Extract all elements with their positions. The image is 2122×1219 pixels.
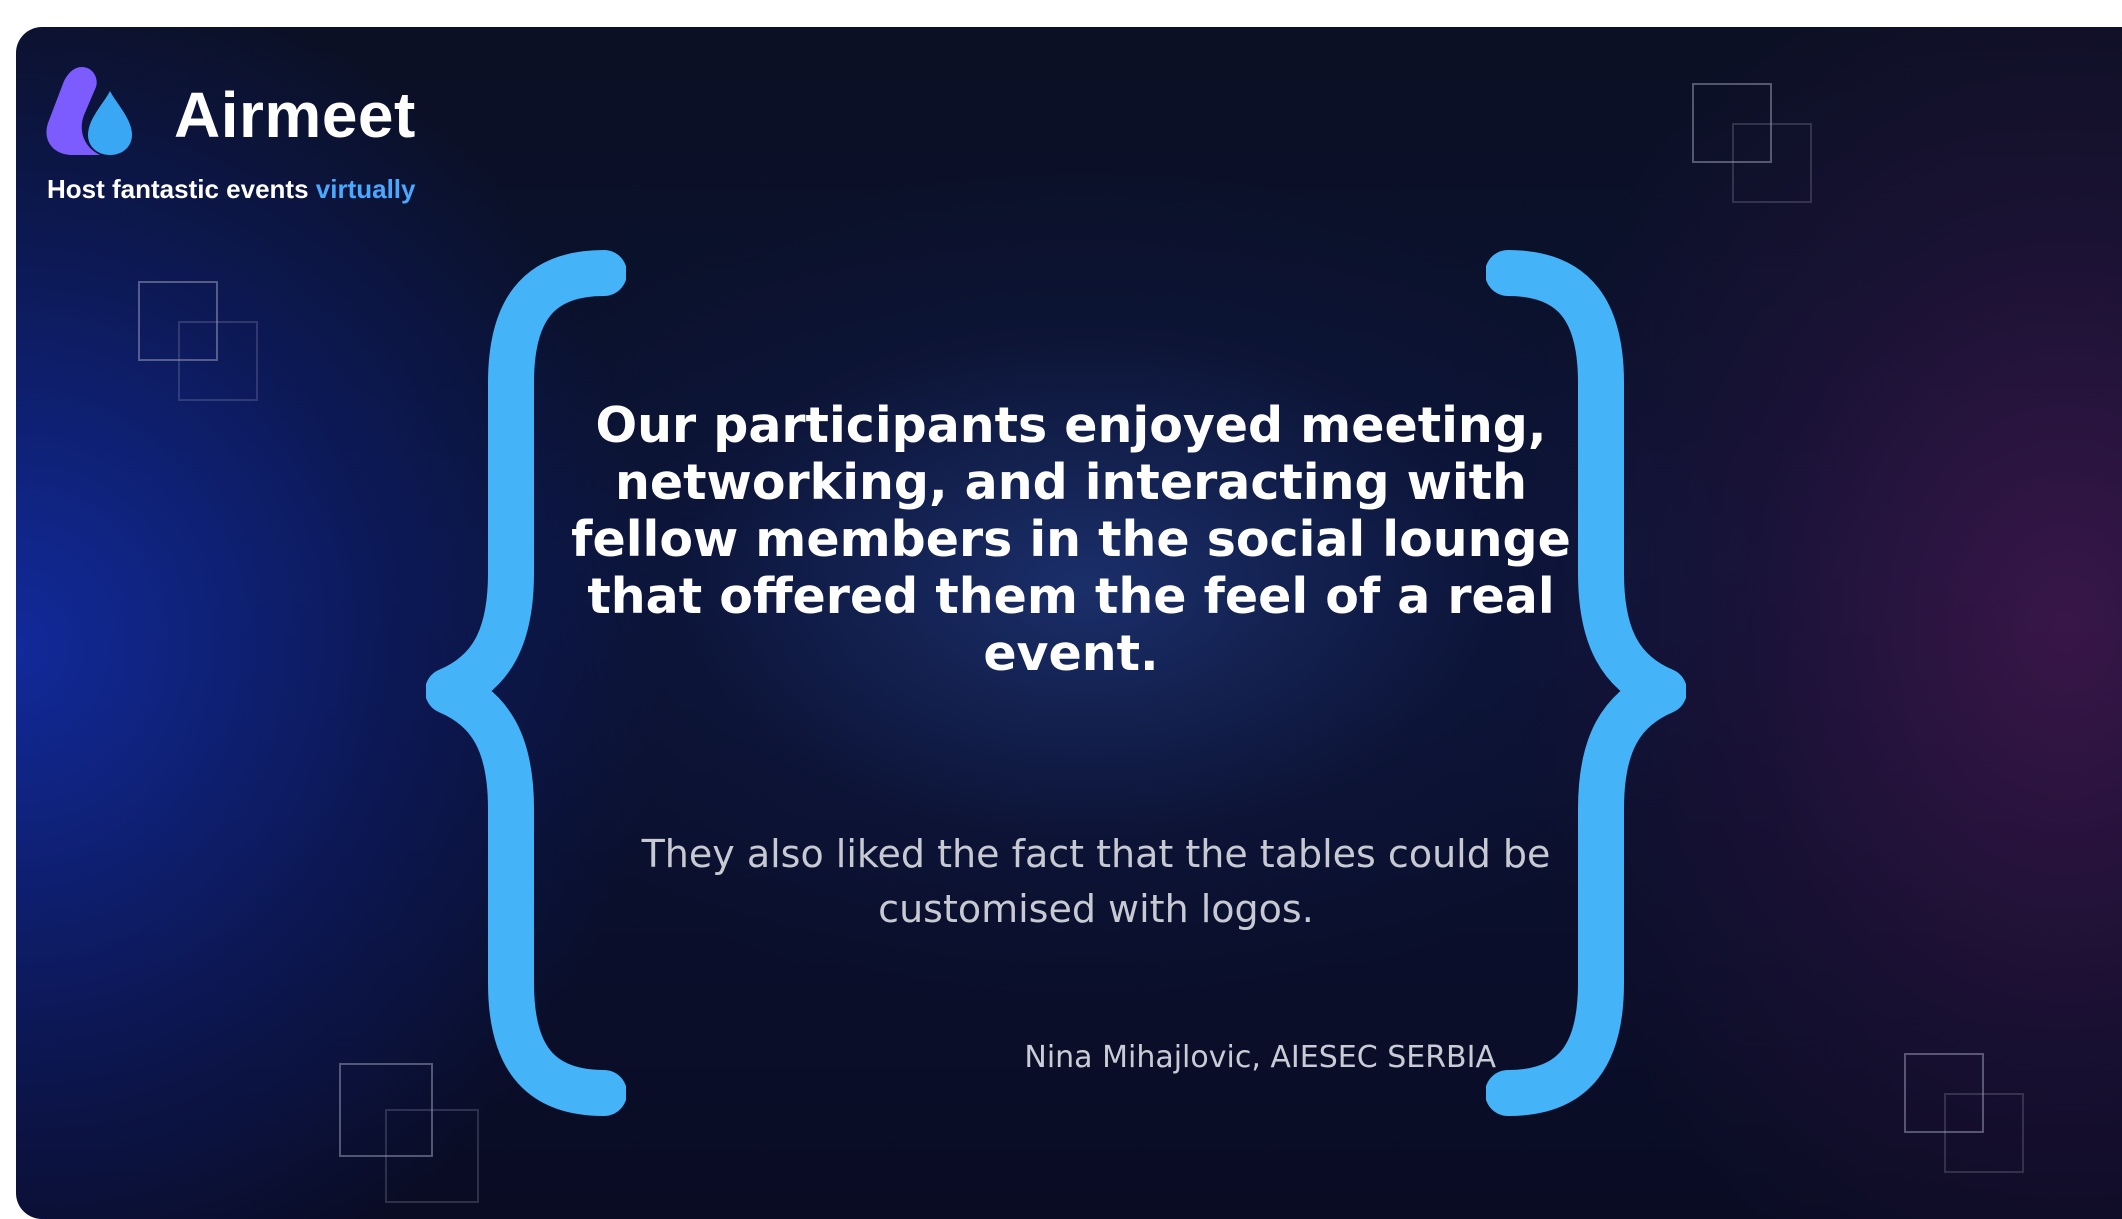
decorative-square [178, 321, 258, 401]
tagline-accent: virtually [315, 174, 416, 204]
brand-name: Airmeet [174, 79, 416, 151]
right-brace-icon [1486, 250, 1686, 1116]
testimonial-author: Nina Mihajlovic, AIESEC SERBIA [1024, 1040, 1496, 1075]
decorative-square [1732, 123, 1812, 203]
decorative-squares [1904, 1053, 2026, 1175]
testimonial-quote: Our participants enjoyed meeting, networ… [571, 397, 1571, 682]
decorative-squares [1692, 83, 1814, 205]
brand-tagline: Host fantastic events virtually [47, 174, 415, 205]
decorative-square [1944, 1093, 2024, 1173]
left-brace-icon [426, 250, 626, 1116]
decorative-squares [138, 281, 260, 403]
decorative-square [385, 1109, 479, 1203]
airmeet-drop-logo-icon [46, 67, 132, 155]
testimonial-detail: They also liked the fact that the tables… [641, 832, 1551, 931]
tagline-main: Host fantastic events [47, 174, 309, 204]
testimonial-card: Airmeet Host fantastic events virtually … [16, 27, 2122, 1219]
